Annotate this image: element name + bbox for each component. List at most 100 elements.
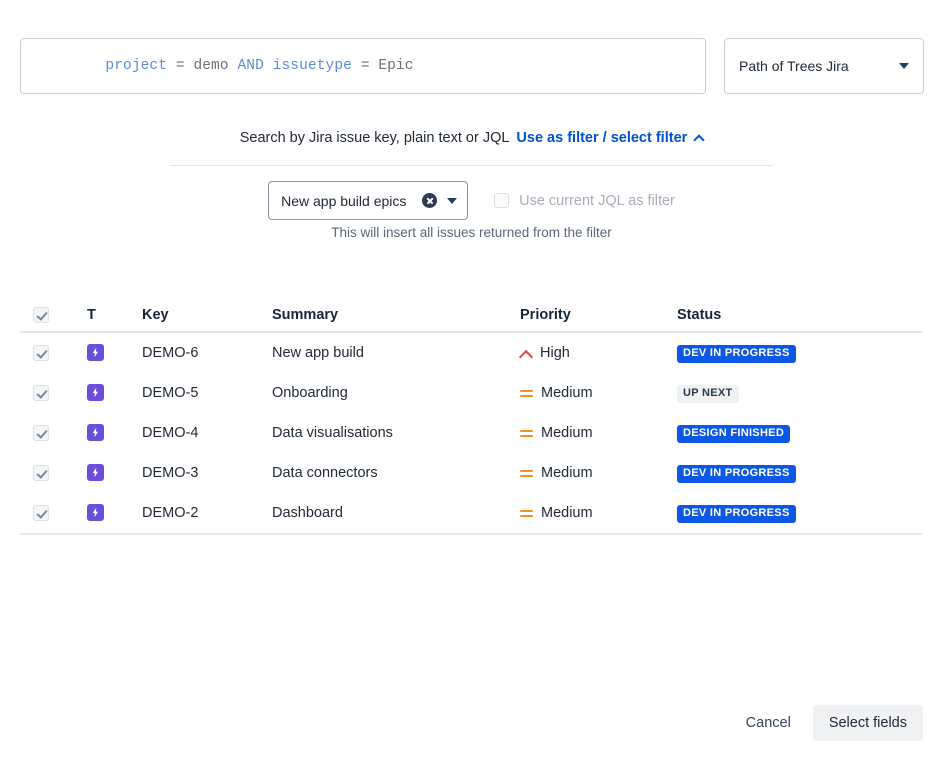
- jira-issue-picker-dialog: project = demo AND issuetype = Epic Path…: [0, 0, 943, 763]
- dialog-footer: Cancel Select fields: [736, 705, 923, 741]
- priority-wrap: Medium: [520, 465, 677, 481]
- row-status-cell: DESIGN FINISHED: [677, 423, 922, 443]
- row-status-cell: DEV IN PROGRESS: [677, 503, 922, 523]
- table-row[interactable]: DEMO-2 Dashboard Medium DEV IN PROGRESS: [20, 493, 922, 533]
- epic-icon: [87, 343, 104, 361]
- status-badge: DEV IN PROGRESS: [677, 505, 796, 523]
- row-priority-label: Medium: [541, 505, 593, 521]
- row-priority-label: Medium: [541, 425, 593, 441]
- header-status: Status: [677, 306, 722, 323]
- use-as-filter-link[interactable]: Use as filter / select filter: [516, 130, 705, 146]
- row-checkbox[interactable]: [33, 385, 49, 401]
- priority-medium-icon: [520, 509, 533, 518]
- priority-wrap: Medium: [520, 425, 677, 441]
- row-checkbox[interactable]: [33, 465, 49, 481]
- header-key: Key: [142, 306, 169, 323]
- priority-medium-icon: [520, 469, 533, 478]
- row-select-cell[interactable]: [20, 465, 87, 481]
- row-priority-cell: High: [520, 345, 677, 361]
- row-priority-label: Medium: [541, 465, 593, 481]
- filter-helper-text: This will insert all issues returned fro…: [331, 225, 612, 240]
- priority-high-icon: [520, 350, 532, 357]
- row-priority-cell: Medium: [520, 505, 677, 521]
- table-row[interactable]: DEMO-5 Onboarding Medium UP NEXT: [20, 373, 922, 413]
- row-select-cell[interactable]: [20, 425, 87, 441]
- jql-token-demo: demo: [193, 58, 229, 74]
- table-body: DEMO-6 New app build High DEV IN PROGRES…: [20, 333, 922, 535]
- jql-token-issuetype: issuetype: [272, 58, 352, 74]
- table-row[interactable]: DEMO-3 Data connectors Medium DEV IN PRO…: [20, 453, 922, 493]
- row-key[interactable]: DEMO-4: [142, 425, 272, 441]
- epic-icon: [87, 503, 104, 521]
- priority-wrap: High: [520, 345, 677, 361]
- priority-wrap: Medium: [520, 385, 677, 401]
- issues-table: T Key Summary Priority Status DEMO-6 New…: [20, 298, 922, 535]
- row-summary: Onboarding: [272, 385, 348, 401]
- jql-token-and: AND: [237, 58, 264, 74]
- status-badge: DEV IN PROGRESS: [677, 465, 796, 483]
- row-type-cell: [87, 383, 142, 403]
- row-status-cell: DEV IN PROGRESS: [677, 343, 922, 363]
- row-checkbox[interactable]: [33, 425, 49, 441]
- select-fields-button[interactable]: Select fields: [812, 705, 923, 741]
- use-current-jql-option: Use current JQL as filter: [494, 193, 675, 209]
- header-summary: Summary: [272, 306, 339, 323]
- search-hint-row: Search by Jira issue key, plain text or …: [0, 130, 943, 146]
- header-priority: Priority: [520, 306, 571, 323]
- row-priority-cell: Medium: [520, 465, 677, 481]
- row-status-cell: DEV IN PROGRESS: [677, 463, 922, 483]
- row-type-cell: [87, 343, 142, 363]
- chevron-up-icon: [693, 134, 705, 146]
- project-select-value: Path of Trees Jira: [739, 58, 849, 74]
- table-header-row: T Key Summary Priority Status: [20, 298, 922, 333]
- project-select[interactable]: Path of Trees Jira: [724, 38, 924, 94]
- epic-icon: [87, 463, 104, 481]
- select-all-checkbox[interactable]: [33, 306, 49, 323]
- row-checkbox[interactable]: [33, 505, 49, 521]
- saved-filter-value: New app build epics: [281, 192, 407, 209]
- priority-medium-icon: [520, 429, 533, 438]
- row-select-cell[interactable]: [20, 345, 87, 361]
- priority-wrap: Medium: [520, 505, 677, 521]
- row-key[interactable]: DEMO-2: [142, 505, 272, 521]
- jql-token-project: project: [105, 58, 168, 74]
- row-summary: Data visualisations: [272, 425, 393, 441]
- search-hint-text: Search by Jira issue key, plain text or …: [239, 130, 510, 146]
- chevron-down-icon: [447, 197, 458, 204]
- jql-token-epic: Epic: [378, 58, 414, 74]
- filter-row: New app build epics Use current JQL as f…: [0, 181, 943, 220]
- row-select-cell[interactable]: [20, 385, 87, 401]
- jql-token-op1: =: [167, 58, 194, 74]
- row-summary: Data connectors: [272, 465, 378, 481]
- status-badge: DESIGN FINISHED: [677, 425, 791, 443]
- row-summary: Dashboard: [272, 505, 343, 521]
- status-badge: UP NEXT: [677, 385, 739, 403]
- row-type-cell: [87, 463, 142, 483]
- select-all-cell[interactable]: [20, 306, 87, 323]
- row-priority-label: High: [540, 345, 570, 361]
- row-type-cell: [87, 503, 142, 523]
- epic-icon: [87, 423, 104, 441]
- table-row[interactable]: DEMO-4 Data visualisations Medium DESIGN…: [20, 413, 922, 453]
- status-badge: DEV IN PROGRESS: [677, 345, 796, 363]
- jql-input[interactable]: project = demo AND issuetype = Epic: [20, 38, 706, 94]
- priority-medium-icon: [520, 389, 533, 398]
- row-priority-label: Medium: [541, 385, 593, 401]
- row-priority-cell: Medium: [520, 385, 677, 401]
- saved-filter-select[interactable]: New app build epics: [268, 181, 469, 220]
- row-key[interactable]: DEMO-6: [142, 345, 272, 361]
- jql-token-space2: [264, 58, 273, 74]
- clear-circle-icon[interactable]: [422, 193, 438, 208]
- cancel-button[interactable]: Cancel: [736, 706, 801, 740]
- epic-icon: [87, 383, 104, 401]
- row-key[interactable]: DEMO-5: [142, 385, 272, 401]
- header-type: T: [87, 306, 96, 323]
- row-checkbox[interactable]: [33, 345, 49, 361]
- row-select-cell[interactable]: [20, 505, 87, 521]
- use-current-jql-checkbox: [494, 193, 510, 208]
- query-bar: project = demo AND issuetype = Epic Path…: [20, 38, 924, 94]
- table-row[interactable]: DEMO-6 New app build High DEV IN PROGRES…: [20, 333, 922, 373]
- jql-text: project = demo AND issuetype = Epic: [35, 42, 414, 90]
- row-priority-cell: Medium: [520, 425, 677, 441]
- row-key[interactable]: DEMO-3: [142, 465, 272, 481]
